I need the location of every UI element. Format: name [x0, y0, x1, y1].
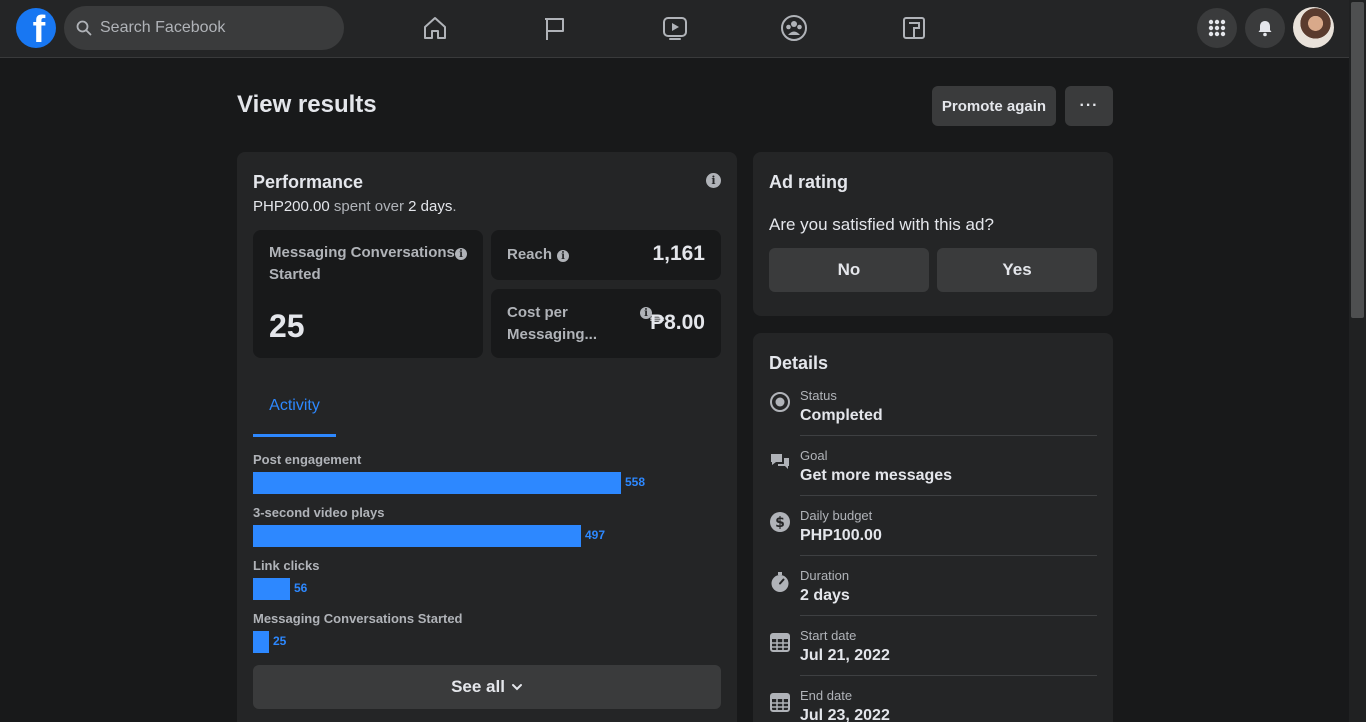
stopwatch-icon	[771, 572, 789, 592]
facebook-logo-icon[interactable]: f	[16, 8, 56, 48]
bar	[253, 472, 621, 494]
see-all-button[interactable]: See all	[253, 665, 721, 709]
svg-text:$: $	[775, 515, 785, 531]
dollar-icon: $	[770, 512, 790, 532]
detail-key: End date	[800, 688, 853, 703]
top-navigation-bar: f Search Facebook	[0, 0, 1349, 58]
detail-status: Status Completed	[769, 385, 1097, 445]
detail-key: Duration	[800, 568, 850, 583]
detail-value: Jul 21, 2022	[800, 647, 890, 664]
rating-yes-button[interactable]: Yes	[937, 248, 1097, 292]
detail-value: PHP100.00	[800, 527, 882, 544]
promote-again-button[interactable]: Promote again	[932, 86, 1056, 126]
chat-bubbles-icon	[771, 454, 789, 469]
detail-end-date: End date Jul 23, 2022	[769, 685, 1097, 722]
groups-icon[interactable]	[779, 13, 809, 43]
page-title: View results	[237, 91, 377, 118]
pages-flag-icon[interactable]	[540, 13, 570, 43]
detail-value: 2 days	[800, 587, 850, 604]
menu-grid-icon[interactable]	[1197, 8, 1237, 48]
bar	[253, 578, 290, 600]
bar-value-label: 56	[294, 581, 308, 595]
detail-key: Status	[800, 388, 837, 403]
performance-card: Performance i PHP200.00 spent over 2 day…	[237, 152, 737, 722]
scrollbar-thumb[interactable]	[1351, 2, 1364, 318]
bar-label: Messaging Conversations Started	[253, 611, 463, 626]
divider	[800, 555, 1097, 556]
detail-duration: Duration 2 days	[769, 565, 1097, 625]
bar	[253, 631, 269, 653]
divider	[800, 435, 1097, 436]
gaming-icon[interactable]	[899, 13, 929, 43]
page-scrollbar[interactable]	[1349, 0, 1366, 722]
detail-daily-budget: $ Daily budget PHP100.00	[769, 505, 1097, 565]
detail-goal: Goal Get more messages	[769, 445, 1097, 505]
more-options-button[interactable]: ···	[1065, 86, 1113, 126]
ad-rating-card: Ad rating Are you satisfied with this ad…	[753, 152, 1113, 316]
bar-label: 3-second video plays	[253, 505, 385, 520]
watch-video-icon[interactable]	[660, 13, 690, 43]
search-placeholder: Search Facebook	[100, 19, 226, 36]
notifications-bell-icon[interactable]	[1245, 8, 1285, 48]
chevron-down-icon	[511, 684, 522, 691]
calendar-icon	[770, 693, 790, 712]
detail-start-date: Start date Jul 21, 2022	[769, 625, 1097, 685]
detail-key: Goal	[800, 448, 828, 463]
detail-key: Daily budget	[800, 508, 873, 523]
bar-value-label: 558	[625, 475, 646, 489]
details-title: Details	[769, 353, 829, 373]
detail-value: Completed	[800, 407, 883, 424]
search-icon	[76, 20, 92, 36]
activity-bar-chart: Post engagement 558 3-second video plays 49…	[237, 152, 737, 672]
divider	[800, 615, 1097, 616]
ad-rating-question: Are you satisfied with this ad?	[769, 215, 994, 234]
detail-value: Get more messages	[800, 467, 953, 484]
profile-avatar[interactable]	[1293, 7, 1334, 48]
search-input[interactable]: Search Facebook	[64, 6, 344, 50]
bar-label: Link clicks	[253, 558, 320, 573]
ad-rating-title: Ad rating	[769, 172, 848, 192]
calendar-icon	[770, 633, 790, 652]
detail-key: Start date	[800, 628, 857, 643]
see-all-label: See all	[451, 677, 505, 696]
home-icon[interactable]	[420, 13, 450, 43]
divider	[800, 675, 1097, 676]
details-card: Details Status Completed Goal Get more m…	[753, 333, 1113, 722]
divider	[800, 495, 1097, 496]
detail-value: Jul 23, 2022	[800, 707, 890, 722]
rating-no-button[interactable]: No	[769, 248, 929, 292]
bar-value-label: 25	[273, 634, 287, 648]
bar-value-label: 497	[585, 528, 606, 542]
bar	[253, 525, 581, 547]
status-radio-icon	[770, 392, 790, 412]
bar-label: Post engagement	[253, 452, 362, 467]
